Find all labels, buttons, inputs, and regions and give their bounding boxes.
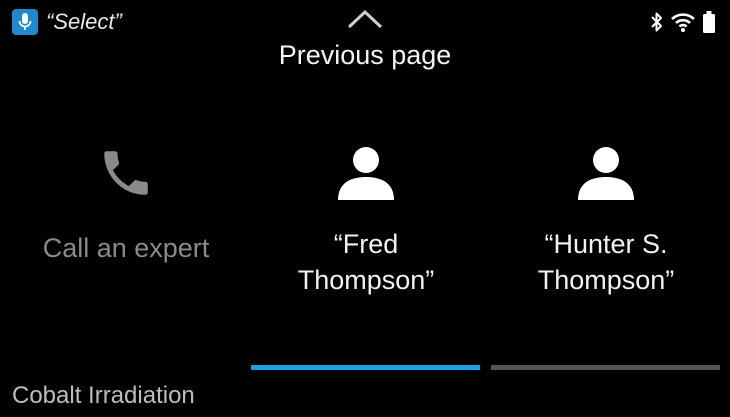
contact-card-fred[interactable]: “Fred Thompson”	[252, 130, 480, 360]
card-label: Call an expert	[42, 233, 210, 263]
previous-page-label[interactable]: Previous page	[0, 38, 730, 72]
page-indicator-active	[251, 365, 480, 370]
bluetooth-icon	[651, 12, 662, 32]
call-expert-card[interactable]: Call an expert	[10, 130, 242, 360]
microphone-icon[interactable]	[12, 9, 38, 35]
contact-card-hunter[interactable]: “Hunter S. Thompson”	[490, 130, 722, 360]
footer-title: Cobalt Irradiation	[12, 382, 195, 409]
wifi-icon	[671, 13, 695, 32]
page-indicator-inactive	[491, 365, 720, 370]
person-icon	[338, 147, 394, 200]
person-icon	[578, 147, 634, 200]
voice-command-text: “Select”	[46, 9, 122, 34]
status-icons	[650, 9, 716, 35]
battery-icon	[703, 11, 715, 33]
card-label: “Hunter S. Thompson”	[537, 229, 675, 295]
phone-icon	[104, 151, 148, 195]
card-label: “Fred Thompson”	[297, 229, 435, 295]
chevron-up-icon[interactable]	[346, 8, 384, 30]
